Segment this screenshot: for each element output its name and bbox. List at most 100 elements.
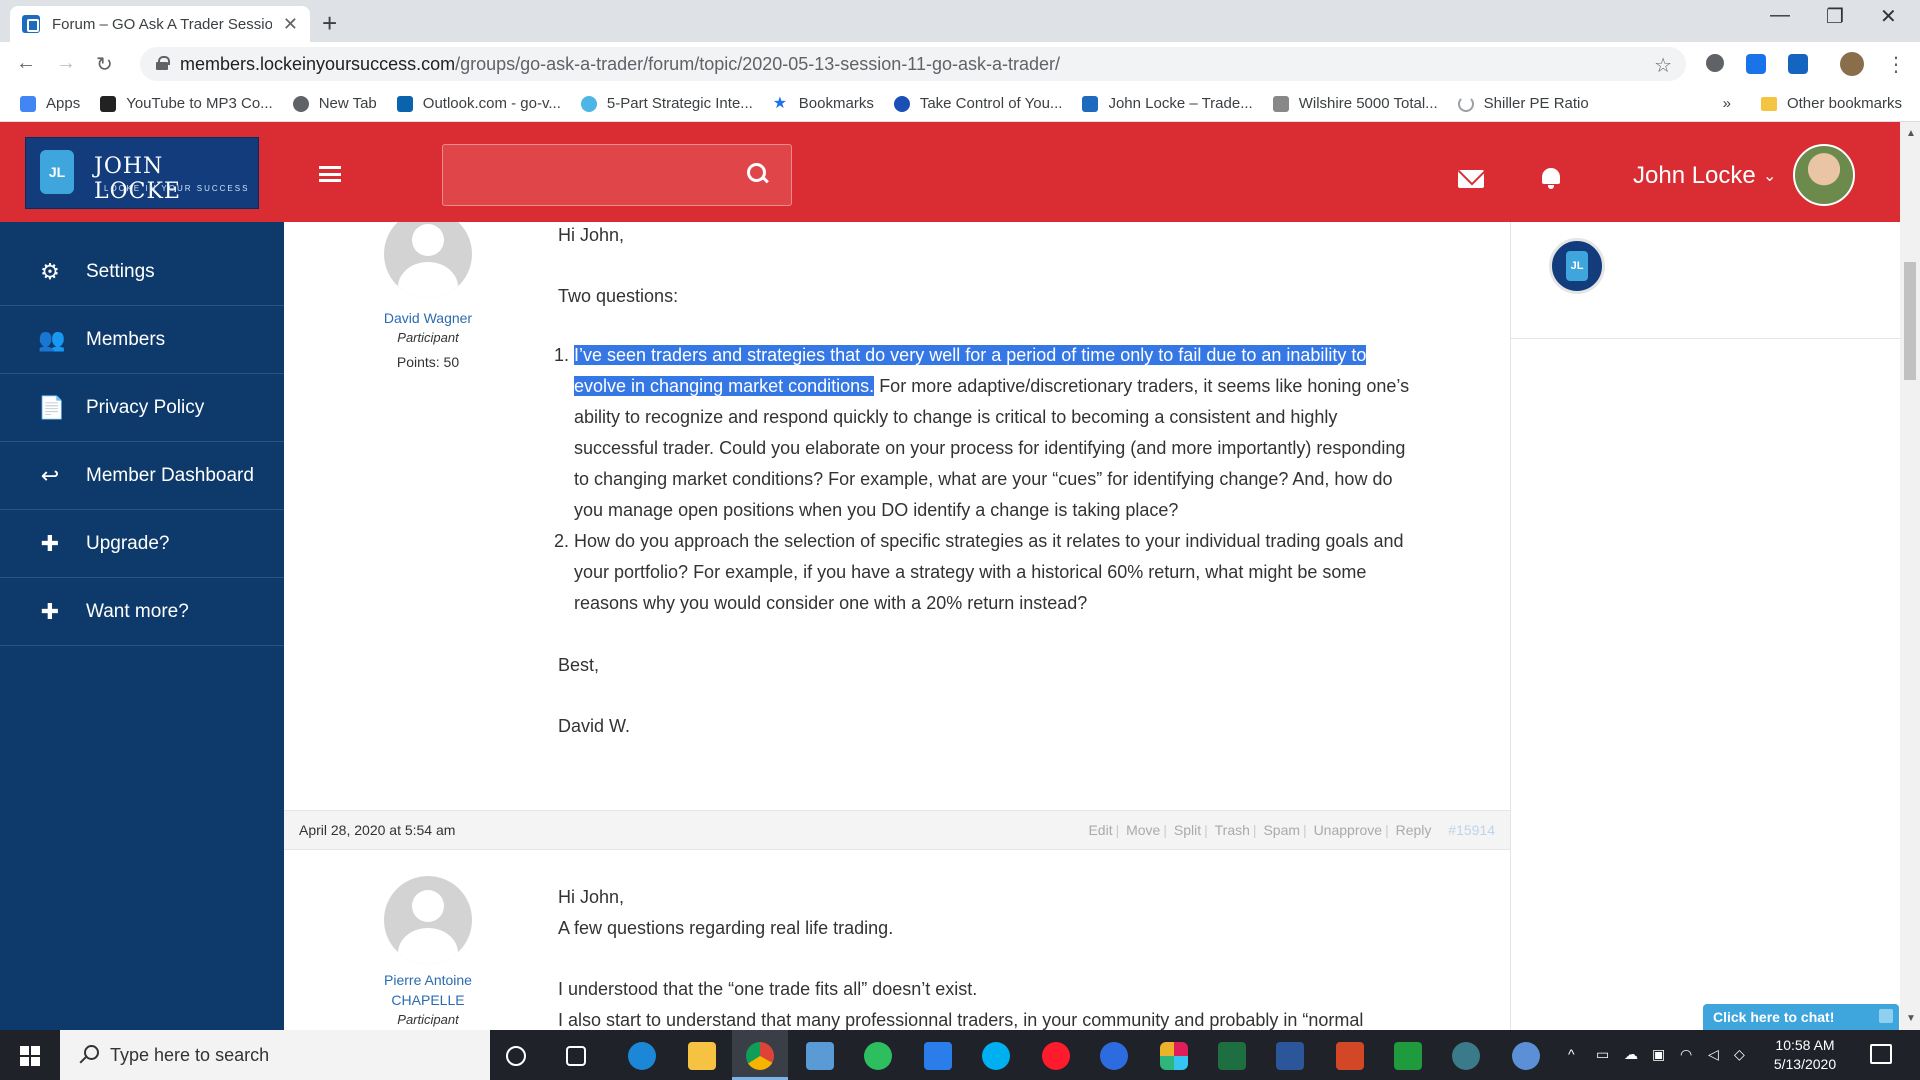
lock-icon (1082, 95, 1099, 112)
sidebar-item-member-dashboard[interactable]: ↩ Member Dashboard (0, 442, 284, 510)
bookmark-star-icon[interactable]: ☆ (1654, 53, 1672, 78)
chat-icon (1879, 1009, 1893, 1023)
excel-icon[interactable] (1218, 1042, 1246, 1070)
bookmark-item[interactable]: ★ Bookmarks (773, 95, 874, 112)
post-signature: David W. (558, 716, 631, 736)
bookmark-item[interactable]: Wilshire 5000 Total... (1272, 95, 1438, 112)
sidebar-item-settings[interactable]: ⚙ Settings (0, 238, 284, 306)
edge-icon[interactable] (628, 1042, 656, 1070)
dropbox-icon[interactable]: ◇ (1734, 1046, 1745, 1063)
bookmark-item[interactable]: John Locke – Trade... (1082, 95, 1253, 112)
sidebar-item-upgrade[interactable]: ✚ Upgrade? (0, 510, 284, 578)
user-avatar[interactable] (1793, 144, 1855, 206)
new-tab-button[interactable]: + (322, 8, 337, 39)
chat-widget-button[interactable]: Click here to chat! (1703, 1004, 1899, 1030)
bookmark-item[interactable]: Apps (20, 95, 80, 112)
user-name[interactable]: John Locke (1633, 162, 1756, 190)
bookmark-item[interactable]: Take Control of You... (893, 95, 1062, 112)
post-id-link[interactable]: #15914 (1438, 822, 1498, 838)
system-clock[interactable]: 10:58 AM 5/13/2020 (1760, 1036, 1850, 1074)
browser-toolbar: ← → ↻ members.lockeinyoursuccess.com/gro… (0, 42, 1920, 86)
hamburger-menu-icon[interactable] (319, 166, 341, 182)
skype-icon[interactable] (982, 1042, 1010, 1070)
extension-shield-icon[interactable] (1746, 54, 1766, 74)
scroll-thumb[interactable] (1904, 262, 1916, 380)
media-player-icon[interactable] (1100, 1042, 1128, 1070)
forward-arrow-icon[interactable]: → (56, 52, 76, 75)
todo-check-icon[interactable] (924, 1042, 952, 1070)
cortana-icon[interactable] (506, 1046, 526, 1066)
split-link[interactable]: Split (1171, 822, 1204, 838)
author-name[interactable]: David Wagner (328, 310, 528, 326)
scroll-up-icon[interactable]: ▲ (1906, 128, 1916, 139)
reply-link[interactable]: Reply (1393, 822, 1435, 838)
taskbar-search-input[interactable]: Type here to search (60, 1030, 490, 1080)
close-window-icon[interactable]: ✕ (1880, 4, 1897, 29)
trash-link[interactable]: Trash (1212, 822, 1253, 838)
notifications-icon[interactable] (1870, 1044, 1892, 1064)
file-explorer-icon[interactable] (688, 1042, 716, 1070)
sidebar-item-members[interactable]: 👥 Members (0, 306, 284, 374)
search-icon[interactable] (747, 163, 769, 185)
chevron-down-icon[interactable]: ⌄ (1763, 166, 1776, 186)
music-note-icon (100, 95, 117, 112)
spam-link[interactable]: Spam (1260, 822, 1303, 838)
move-link[interactable]: Move (1123, 822, 1163, 838)
app-circle-icon[interactable] (1452, 1042, 1480, 1070)
bookmarks-overflow-icon[interactable]: » (1723, 95, 1731, 112)
tab-close-icon[interactable]: ✕ (283, 14, 298, 35)
bell-icon[interactable] (1540, 166, 1562, 189)
sidebar-item-privacy-policy[interactable]: 📄 Privacy Policy (0, 374, 284, 442)
word-icon[interactable] (1276, 1042, 1304, 1070)
author-points: Points: 50 (396, 354, 460, 370)
bookmark-item[interactable]: Outlook.com - go-v... (396, 95, 561, 112)
powerpoint-icon[interactable] (1336, 1042, 1364, 1070)
app-star-icon[interactable] (1394, 1042, 1422, 1070)
display-icon[interactable]: ▣ (1652, 1046, 1665, 1063)
envelope-icon[interactable] (1458, 170, 1484, 188)
slack-icon[interactable] (1160, 1042, 1188, 1070)
back-arrow-icon[interactable]: ← (16, 52, 36, 75)
evernote-icon[interactable] (864, 1042, 892, 1070)
list-number: 1. (554, 345, 570, 365)
notebook-icon[interactable] (806, 1042, 834, 1070)
app-snowflake-icon[interactable] (1512, 1042, 1540, 1070)
bookmark-item[interactable]: New Tab (292, 95, 377, 112)
reload-icon[interactable]: ↻ (96, 52, 113, 77)
extension-circle-icon[interactable] (1706, 54, 1724, 72)
menu-kebab-icon[interactable]: ⋮ (1886, 52, 1906, 77)
extension-mail-icon[interactable] (1788, 54, 1808, 74)
profile-avatar-icon[interactable] (1840, 52, 1864, 76)
site-search-input[interactable] (442, 144, 792, 206)
address-bar[interactable]: members.lockeinyoursuccess.com/groups/go… (140, 47, 1686, 81)
lock-logo-icon[interactable] (1549, 238, 1605, 294)
circle-icon (580, 95, 597, 112)
chrome-icon[interactable] (746, 1042, 774, 1070)
volume-icon[interactable]: ◁ (1708, 1046, 1719, 1063)
site-logo[interactable]: JL JOHN LOCKE LOCKE IN YOUR SUCCESS (25, 137, 259, 209)
other-bookmarks[interactable]: Other bookmarks (1787, 95, 1902, 112)
bookmark-item[interactable]: YouTube to MP3 Co... (100, 95, 273, 112)
author-avatar[interactable] (384, 876, 472, 964)
author-avatar[interactable] (384, 222, 472, 298)
list-number: 2. (554, 531, 570, 551)
restore-icon[interactable]: ❐ (1826, 4, 1844, 29)
opera-icon[interactable] (1042, 1042, 1070, 1070)
unapprove-link[interactable]: Unapprove (1311, 822, 1386, 838)
cloud-icon[interactable]: ☁ (1624, 1046, 1638, 1063)
tray-chevron-up-icon[interactable]: ^ (1568, 1046, 1575, 1062)
bookmark-item[interactable]: 5-Part Strategic Inte... (580, 95, 753, 112)
author-name[interactable]: Pierre Antoine (328, 972, 528, 988)
page-scrollbar[interactable]: ▲ ▼ (1900, 122, 1920, 1030)
windows-start-icon[interactable] (20, 1046, 40, 1066)
task-view-icon[interactable] (566, 1046, 586, 1066)
bookmark-item[interactable]: Shiller PE Ratio (1457, 95, 1589, 112)
author-name[interactable]: CHAPELLE (328, 992, 528, 1008)
edit-link[interactable]: Edit (1085, 822, 1115, 838)
minimize-icon[interactable]: — (1770, 4, 1790, 27)
scroll-down-icon[interactable]: ▼ (1906, 1013, 1916, 1024)
wifi-icon[interactable]: ◠ (1680, 1046, 1692, 1063)
sidebar-item-want-more[interactable]: ✚ Want more? (0, 578, 284, 646)
battery-icon[interactable]: ▭ (1596, 1046, 1609, 1063)
browser-tab[interactable]: Forum – GO Ask A Trader Session ✕ (10, 6, 310, 42)
